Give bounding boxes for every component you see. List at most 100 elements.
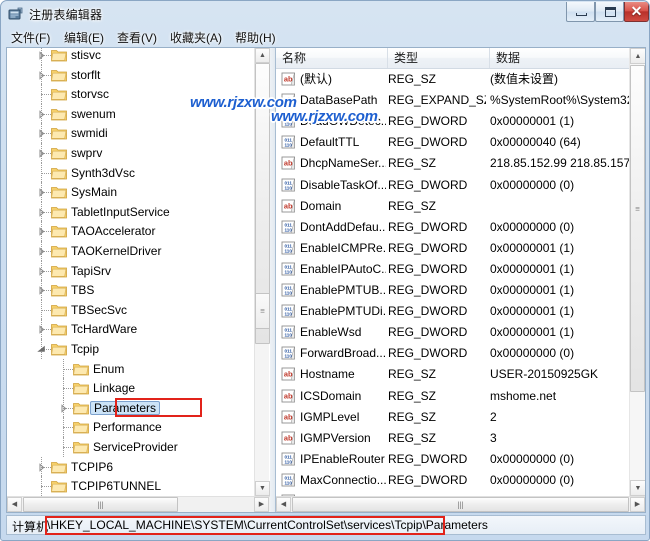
tree-item-tcpip[interactable]: Tcpip xyxy=(7,339,255,359)
registry-values-list[interactable]: ab (默认) REG_SZ (数值未设置) ab DataBasePath REG_EXP… xyxy=(276,69,630,496)
menu-item-view[interactable]: 查看(V) xyxy=(112,30,162,47)
tree-vertical-scrollbar[interactable]: ▲ ≡ ▼ xyxy=(254,48,270,496)
tree-item-tbsecsvc[interactable]: TBSecSvc xyxy=(7,299,255,320)
table-row[interactable]: 011 110 EnablePMTUDi... REG_DWORD 0x00000001… xyxy=(276,301,630,322)
chevron-right-icon[interactable] xyxy=(37,286,46,295)
list-scroll-down-button[interactable]: ▼ xyxy=(630,480,645,496)
table-row[interactable]: ab Hostname REG_SZ USER-20150925GK xyxy=(276,364,630,385)
column-header-data[interactable]: 数据 xyxy=(490,48,630,68)
tree-item-tcpip6[interactable]: TCPIP6 xyxy=(7,456,255,477)
list-scroll-right-button[interactable]: ▶ xyxy=(630,497,645,512)
table-row[interactable]: ab Domain REG_SZ xyxy=(276,196,630,217)
registry-tree-pane[interactable]: stisvc storflt storvsc swenum swmidi swprv Syn… xyxy=(7,48,270,512)
chevron-right-icon[interactable] xyxy=(37,247,46,256)
chevron-right-icon[interactable] xyxy=(37,70,46,80)
list-vertical-scrollbar[interactable]: ▲ ≡ ▼ xyxy=(629,48,645,496)
table-row[interactable]: 011 110 DisableTaskOf... REG_DWORD 0x0000000… xyxy=(276,175,630,196)
chevron-right-icon[interactable] xyxy=(37,208,46,217)
maximize-button[interactable] xyxy=(595,2,624,22)
table-row[interactable]: ab IGMPVersion REG_SZ 3 xyxy=(276,428,630,449)
table-row[interactable]: ab IGMPLevel REG_SZ 2 xyxy=(276,407,630,428)
table-row[interactable]: 011 110 EnablePMTUB... REG_DWORD 0x00000001 … xyxy=(276,280,630,301)
chevron-down-icon[interactable] xyxy=(37,345,46,354)
tree-scroll-up-button[interactable]: ▲ xyxy=(255,48,270,63)
table-row[interactable]: 011 110 MaxConnectio... REG_DWORD 0x00000000… xyxy=(276,470,630,491)
chevron-right-icon[interactable] xyxy=(37,110,46,119)
table-row[interactable]: ab (默认) REG_SZ (数值未设置) xyxy=(276,69,630,90)
tree-item-tbs[interactable]: TBS xyxy=(7,280,255,300)
tree-item-swprv[interactable]: swprv xyxy=(7,143,255,163)
tree-item-performance[interactable]: Performance xyxy=(7,417,255,437)
tree-item-synth3dvsc[interactable]: Synth3dVsc xyxy=(7,162,255,183)
tree-item-swenum[interactable]: swenum xyxy=(7,103,255,124)
grip-icon: ≡ xyxy=(635,204,640,214)
tree-item-tabletinputservice[interactable]: TabletInputService xyxy=(7,201,255,222)
column-header-name[interactable]: 名称 xyxy=(276,48,388,68)
close-button[interactable]: ✕ xyxy=(624,2,649,22)
svg-text:ab: ab xyxy=(284,412,293,421)
table-row[interactable]: 011 110 EnableWsd REG_DWORD 0x00000001 (1) xyxy=(276,322,630,343)
list-scroll-thumb[interactable]: ≡ xyxy=(630,65,645,392)
value-name-cell: MaxConnectio... xyxy=(300,472,386,487)
chevron-right-icon[interactable] xyxy=(37,188,46,197)
dword-value-icon: 011110 xyxy=(281,135,296,149)
tree-item-serviceprovider[interactable]: ServiceProvider xyxy=(7,437,255,457)
minimize-button[interactable] xyxy=(566,2,595,22)
list-scroll-up-button[interactable]: ▲ xyxy=(630,48,645,64)
tree-item-tcpip6tunnel[interactable]: TCPIP6TUNNEL xyxy=(7,476,255,496)
tree-item-tapisrv[interactable]: TapiSrv xyxy=(7,260,255,281)
table-row[interactable]: 011 110 EnableICMPRe... REG_DWORD 0x00000001… xyxy=(276,238,630,259)
table-row[interactable]: 011 110 DeadGWDetec... REG_DWORD 0x00000001 … xyxy=(276,111,630,132)
chevron-right-icon[interactable] xyxy=(37,462,46,472)
column-header-type[interactable]: 类型 xyxy=(388,48,490,68)
table-row[interactable]: ab DhcpNameSer... REG_SZ 218.85.152.99 218.… xyxy=(276,153,630,174)
registry-tree[interactable]: stisvc storflt storvsc swenum swmidi swprv Syn… xyxy=(7,48,255,496)
menu-item-file[interactable]: 文件(F) xyxy=(6,30,55,47)
tree-item-stisvc[interactable]: stisvc xyxy=(7,48,255,65)
chevron-right-icon[interactable] xyxy=(37,325,46,335)
tree-hscroll-thumb[interactable]: ||| xyxy=(23,497,178,512)
tree-item-parameters[interactable]: Parameters xyxy=(7,397,255,418)
tree-scroll-thumb-grip[interactable]: ≡ xyxy=(255,293,270,329)
tree-item-sysmain[interactable]: SysMain xyxy=(7,182,255,202)
chevron-right-icon[interactable] xyxy=(59,404,68,413)
table-row[interactable]: 011 110 ForwardBroad... REG_DWORD 0x00000000… xyxy=(276,343,630,364)
table-row[interactable]: 011 110 DontAddDefau... REG_DWORD 0x00000000… xyxy=(276,217,630,238)
menu-item-edit[interactable]: 编辑(E) xyxy=(59,30,109,47)
chevron-right-icon[interactable] xyxy=(37,227,46,237)
table-row[interactable]: ab ICSDomain REG_SZ mshome.net xyxy=(276,386,630,407)
tree-item-storflt[interactable]: storflt xyxy=(7,64,255,85)
tree-item-storvsc[interactable]: storvsc xyxy=(7,84,255,104)
menu-item-help[interactable]: 帮助(H) xyxy=(230,30,281,47)
list-horizontal-scrollbar[interactable]: ◀ ||| ▶ xyxy=(276,496,645,512)
chevron-right-icon[interactable] xyxy=(37,129,46,139)
tree-item-linkage[interactable]: Linkage xyxy=(7,378,255,398)
chevron-right-icon[interactable] xyxy=(37,149,46,158)
tree-item-taokerneldriver[interactable]: TAOKernelDriver xyxy=(7,241,255,261)
tree-scroll-left-button[interactable]: ◀ xyxy=(7,497,22,512)
table-row[interactable]: ab DataBasePath REG_EXPAND_SZ %SystemRoot%\… xyxy=(276,90,630,111)
tree-scroll-right-button[interactable]: ▶ xyxy=(254,497,269,512)
maximize-icon xyxy=(605,7,616,17)
tree-item-tchardware[interactable]: TcHardWare xyxy=(7,319,255,339)
value-type-cell: REG_SZ xyxy=(388,430,437,445)
tree-horizontal-scrollbar[interactable]: ◀ ||| ▶ xyxy=(7,496,270,512)
menu-item-favorites[interactable]: 收藏夹(A) xyxy=(165,30,227,47)
title-bar[interactable]: 注册表编辑器 ✕ xyxy=(1,1,649,28)
svg-text:110: 110 xyxy=(284,459,292,464)
chevron-right-icon[interactable] xyxy=(37,266,46,276)
value-data-cell: 0x00000001 (1) xyxy=(490,283,575,297)
list-column-header[interactable]: 名称 类型 数据 xyxy=(276,48,645,69)
list-hscroll-thumb[interactable]: ||| xyxy=(292,497,629,512)
table-row[interactable]: 011 110 DefaultTTL REG_DWORD 0x00000040 (64) xyxy=(276,132,630,153)
list-scroll-left-button[interactable]: ◀ xyxy=(276,497,291,512)
tree-scroll-down-button[interactable]: ▼ xyxy=(255,481,270,496)
tree-item-swmidi[interactable]: swmidi xyxy=(7,123,255,143)
table-row[interactable]: 011 110 EnableIPAutoC... REG_DWORD 0x0000000… xyxy=(276,259,630,280)
value-name-cell: DhcpNameSer... xyxy=(300,156,386,171)
chevron-right-icon[interactable] xyxy=(37,51,46,60)
tree-item-enum[interactable]: Enum xyxy=(7,358,255,379)
table-row[interactable]: 011 110 IPEnableRouter REG_DWORD 0x00000000 … xyxy=(276,449,630,470)
tree-item-taoaccelerator[interactable]: TAOAccelerator xyxy=(7,221,255,241)
registry-values-pane[interactable]: 名称 类型 数据 ab (默认) REG_SZ (数值未设置) ab DataBasePa… xyxy=(275,48,645,512)
